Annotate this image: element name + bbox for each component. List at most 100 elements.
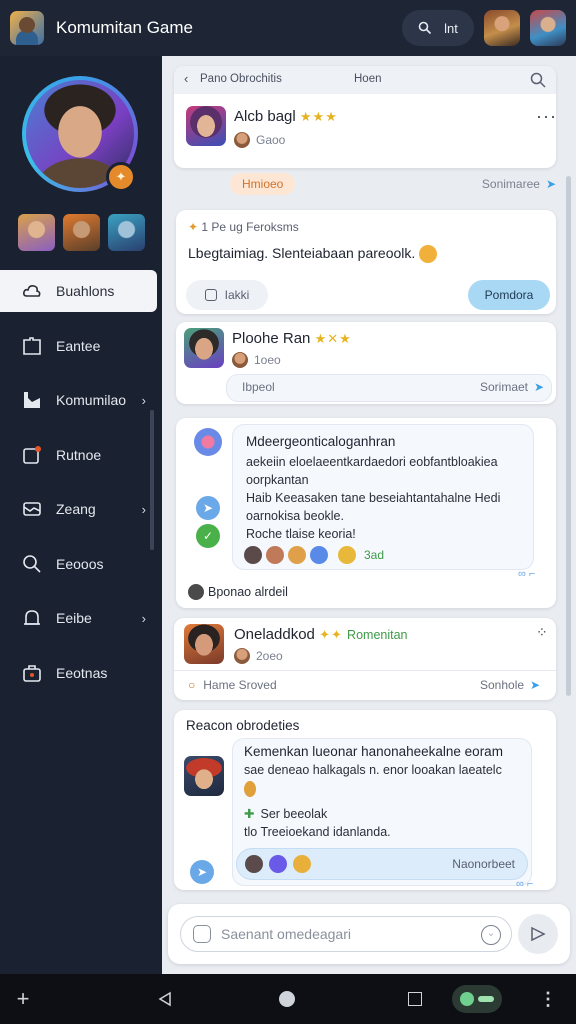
sidebar-item-buahlons[interactable]: Buahlons <box>0 270 157 312</box>
message-input[interactable]: Saenant omedeagari ᵕ <box>180 916 512 952</box>
status-bar-icon <box>478 996 494 1002</box>
reply-left-label: Hame Sroved <box>203 678 277 692</box>
author-name-text: Oneladdkod <box>234 626 315 643</box>
emoji-line <box>244 780 260 798</box>
app-logo <box>10 11 44 45</box>
share-icon[interactable]: ➤ <box>190 860 214 884</box>
reply-action-label: Sonhole <box>480 678 525 692</box>
search-icon <box>22 554 42 574</box>
back-icon[interactable]: ‹ <box>184 71 188 86</box>
sidebar-item-zeang[interactable]: Zeang › <box>0 488 162 530</box>
emoji-icon[interactable]: ᵕ <box>481 925 501 945</box>
user-avatar[interactable] <box>530 10 566 46</box>
friend-avatar[interactable] <box>484 10 520 46</box>
reply-action[interactable]: Sonhole ➤ <box>480 678 540 692</box>
search-icon <box>418 21 432 35</box>
sidebar-nav: Buahlons Eantee Komumilao › Rutnoe Zeang… <box>0 270 162 706</box>
post-author-avatar[interactable] <box>186 106 226 146</box>
post-subtitle: 1oeo <box>254 353 281 367</box>
sidebar-item-komumilao[interactable]: Komumilao › <box>0 379 162 421</box>
post-card: Oneladdkod ✦✦ Romenitan 2oeo ⁘ ○ Hame Sro… <box>174 618 556 700</box>
post-line-check: ✚ Ser beeolak <box>244 806 327 824</box>
attach-icon[interactable] <box>193 925 211 943</box>
check-icon[interactable]: ✓ <box>196 524 220 548</box>
inbox-icon <box>22 390 42 410</box>
post-subtitle: 2oeo <box>256 649 283 663</box>
post-line: Kemenkan lueonar hanonaheekalne eoram <box>244 744 503 759</box>
send-button[interactable] <box>518 914 558 954</box>
feed-header-title: Pano Obrochitis <box>200 73 282 85</box>
community-feed: ‹ Pano Obrochitis Hoen Alcb bagl ★★★ Gao… <box>162 56 576 974</box>
back-nav-button[interactable] <box>152 974 178 1024</box>
character-thumb[interactable] <box>63 214 100 251</box>
post-card: Mdeergeonticaloganhran aekeiin eloelaeen… <box>176 418 556 608</box>
reply-action[interactable]: Sorimaet ➤ <box>480 380 544 394</box>
character-thumb[interactable] <box>18 214 55 251</box>
sidebar-item-eeooos[interactable]: Eeooos <box>0 543 162 585</box>
sidebar-scrollbar[interactable] <box>150 410 154 550</box>
reactor-avatar <box>288 546 306 564</box>
sidebar-item-eeotnas[interactable]: Eeotnas <box>0 652 162 694</box>
reaction-icon[interactable] <box>194 428 222 456</box>
sidebar-item-label: Eeooos <box>56 555 104 572</box>
community-badge: Romenitan <box>347 628 408 642</box>
more-options-icon[interactable]: ⋮ <box>538 974 558 1024</box>
sidebar-item-eeibe[interactable]: Eeibe › <box>0 597 162 639</box>
reply-action-label: Sonimaree <box>481 177 540 191</box>
post-author-avatar[interactable] <box>184 756 224 796</box>
chevron-right-icon: › <box>141 501 146 517</box>
share-icon[interactable]: ➤ <box>196 496 220 520</box>
sidebar-item-label: Komumilao <box>56 392 127 408</box>
chevron-right-icon: › <box>141 392 146 408</box>
post-title: Reacon obrodeties <box>186 718 300 733</box>
character-thumb[interactable] <box>108 214 145 251</box>
sidebar-item-label: Rutnoe <box>56 446 102 463</box>
post-meta: ✦ 1 Pe ug Feroksms <box>188 220 299 234</box>
search-icon[interactable] <box>530 72 546 88</box>
post-card: ‹ Pano Obrochitis Hoen Alcb bagl ★★★ Gao… <box>174 66 556 168</box>
recents-nav-button[interactable] <box>404 974 426 1024</box>
link-icon[interactable]: ∞ ⌐ <box>518 568 535 580</box>
post-line: Roche tlaise keoria! <box>246 527 356 541</box>
edit-icon <box>22 445 42 465</box>
home-nav-button[interactable] <box>276 974 298 1024</box>
briefcase-icon <box>22 663 42 683</box>
grid-icon[interactable]: ⁘ <box>536 624 548 641</box>
post-meta-text: 1 Pe ug Feroksms <box>201 220 299 234</box>
reaction-row: 3ad <box>244 546 384 564</box>
plus-icon[interactable]: + <box>10 974 36 1024</box>
more-options-icon[interactable]: ··· <box>536 106 557 127</box>
send-icon: ➤ <box>545 177 556 191</box>
sidebar-item-eantee[interactable]: Eantee <box>0 325 162 367</box>
reply-action[interactable]: Sonimaree ➤ <box>482 177 556 191</box>
reactor-avatar <box>293 855 311 873</box>
reactor-avatar <box>269 855 287 873</box>
post-author-avatar[interactable] <box>184 328 224 368</box>
app-title: Komumitan Game <box>56 18 193 37</box>
sidebar-item-rutnoe[interactable]: Rutnoe <box>0 434 162 476</box>
post-line: oorpkantan <box>246 473 309 487</box>
post-line-text: Haib Keeasaken tane beseiahtantahalne He… <box>246 491 501 505</box>
post-line-text: Ser beeolak <box>260 807 328 821</box>
post-line: tlo Treeioekand idanlanda. <box>244 825 391 839</box>
search-label: lnt <box>444 20 458 36</box>
post-card: ✦ 1 Pe ug Feroksms Lbegtaimiag. Slenteia… <box>176 210 556 314</box>
search-button[interactable]: lnt <box>402 10 474 46</box>
system-navigation-bar: + ⋮ <box>0 974 576 1024</box>
circle-icon: ○ <box>188 678 196 692</box>
character-row <box>18 214 145 251</box>
primary-action-button[interactable]: Pomdora <box>468 280 550 310</box>
active-app-pill[interactable] <box>452 985 502 1013</box>
reactor-avatar <box>245 855 263 873</box>
post-author-avatar[interactable] <box>184 624 224 664</box>
post-author-name: Oneladdkod ✦✦ Romenitan <box>234 626 408 643</box>
like-button[interactable]: Iakki <box>186 280 268 310</box>
status-chip[interactable]: Hmioeo <box>230 173 296 195</box>
link-icon[interactable]: ∞ ⌐ <box>516 878 533 890</box>
author-name-text: Ploohe Ran <box>232 330 311 347</box>
level-badge-icon: ✦ <box>106 162 136 192</box>
quoted-reply[interactable]: Naonorbeet <box>236 848 528 880</box>
feed-scrollbar[interactable] <box>566 176 571 696</box>
reply-left-label: Ibpeol <box>242 380 275 394</box>
post-author-name: Ploohe Ran ★✕★ <box>232 330 352 347</box>
